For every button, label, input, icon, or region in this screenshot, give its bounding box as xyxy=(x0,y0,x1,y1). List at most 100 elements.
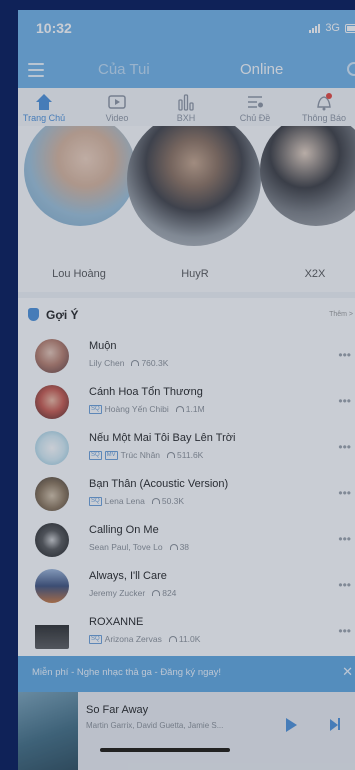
song-thumbnail xyxy=(35,523,69,557)
now-playing-title: So Far Away xyxy=(86,704,149,716)
network-label: 3G xyxy=(325,22,340,34)
status-bar: 10:32 3G xyxy=(18,10,355,46)
home-indicator xyxy=(100,748,230,752)
playlist-icon xyxy=(224,92,286,112)
song-meta: SQ MV Trúc Nhân 511.6K xyxy=(89,450,203,460)
close-icon[interactable]: ✕ xyxy=(342,664,353,680)
song-meta: SQ Hoàng Yến Chibi 1.1M xyxy=(89,404,205,414)
song-meta: SQ Arizona Zervas 11.0K xyxy=(89,634,200,644)
headphone-icon xyxy=(131,360,140,366)
song-row[interactable]: Bạn Thân (Acoustic Version) SQ Lena Lena 50… xyxy=(18,474,355,516)
song-title: Bạn Thân (Acoustic Version) xyxy=(89,478,229,490)
quality-badge: SQ xyxy=(89,450,102,460)
song-title: ROXANNE xyxy=(89,616,144,628)
artist-avatar[interactable] xyxy=(260,126,355,226)
more-link[interactable]: Thêm > xyxy=(329,311,353,318)
promo-text: Miễn phí - Nghe nhạc thả ga - Đăng ký ng… xyxy=(32,667,222,678)
home-icon xyxy=(18,92,75,112)
song-title: Cánh Hoa Tổn Thương xyxy=(89,386,203,398)
more-options-icon[interactable]: ••• xyxy=(338,348,351,362)
song-thumbnail xyxy=(35,615,69,649)
song-title: Always, I'll Care xyxy=(89,570,167,582)
bell-icon xyxy=(293,92,355,112)
play-count-value: 11.0K xyxy=(178,634,201,644)
song-title: Calling On Me xyxy=(89,524,159,536)
mini-player[interactable]: So Far Away Martin Garrix, David Guetta,… xyxy=(18,692,355,770)
play-icon[interactable] xyxy=(286,718,297,732)
quality-badge: SQ xyxy=(89,496,102,506)
video-icon xyxy=(86,92,148,112)
song-meta: SQ Lena Lena 50.3K xyxy=(89,496,184,506)
song-meta: Sean Paul, Tove Lo 38 xyxy=(89,542,189,552)
category-chart[interactable]: BXH xyxy=(155,88,217,123)
play-count-value: 824 xyxy=(162,588,177,598)
song-artist: Jeremy Zucker xyxy=(89,588,146,598)
song-row[interactable]: Calling On Me Sean Paul, Tove Lo 38 ••• xyxy=(18,520,355,562)
more-options-icon[interactable]: ••• xyxy=(338,440,351,454)
play-count: 511.6K xyxy=(167,450,203,460)
song-thumbnail xyxy=(35,431,69,465)
category-label: Video xyxy=(105,113,129,123)
artist-carousel: Lou Hoàng HuyR X2X xyxy=(18,126,355,292)
song-row[interactable]: Muộn Lily Chen 760.3K ••• xyxy=(18,336,355,378)
quality-badge: SQ xyxy=(89,634,102,644)
artist-name[interactable]: X2X xyxy=(270,268,355,280)
section-title: Gợi Ý xyxy=(46,308,79,322)
song-row[interactable]: ROXANNE SQ Arizona Zervas 11.0K ••• xyxy=(18,612,355,654)
music-note-icon xyxy=(28,308,39,321)
more-options-icon[interactable]: ••• xyxy=(338,394,351,408)
play-count: 11.0K xyxy=(168,634,201,644)
artist-avatar[interactable] xyxy=(24,126,136,226)
play-count-value: 1.1M xyxy=(185,404,205,414)
song-thumbnail xyxy=(35,339,69,373)
category-label: Thông Báo xyxy=(301,113,347,123)
tab-mine[interactable]: Của Tui xyxy=(98,61,150,78)
play-count-value: 760.3K xyxy=(141,358,169,368)
search-icon[interactable] xyxy=(347,62,355,76)
play-count: 824 xyxy=(152,588,176,598)
quality-badge: MV xyxy=(104,450,118,460)
menu-icon[interactable] xyxy=(28,63,44,77)
category-home[interactable]: Trang Chủ xyxy=(18,88,75,123)
song-artist: Hoàng Yến Chibi xyxy=(104,404,169,414)
signal-icon xyxy=(309,23,321,33)
promo-banner[interactable]: Miễn phí - Nghe nhạc thả ga - Đăng ký ng… xyxy=(18,656,355,692)
song-artist: Arizona Zervas xyxy=(104,634,162,644)
category-video[interactable]: Video xyxy=(86,88,148,123)
play-count-value: 38 xyxy=(179,542,190,552)
play-count-value: 50.3K xyxy=(161,496,185,506)
headphone-icon xyxy=(175,406,184,412)
artist-name[interactable]: HuyR xyxy=(150,268,240,280)
headphone-icon xyxy=(167,452,176,458)
more-options-icon[interactable]: ••• xyxy=(338,532,351,546)
headphone-icon xyxy=(169,544,178,550)
category-notification[interactable]: Thông Báo xyxy=(293,88,355,123)
app-screen: 10:32 3G Của Tui Online Trang Chủ Video xyxy=(18,10,355,770)
more-options-icon[interactable]: ••• xyxy=(338,624,351,638)
play-count: 760.3K xyxy=(131,358,168,368)
more-options-icon[interactable]: ••• xyxy=(338,578,351,592)
now-playing-artwork xyxy=(18,692,78,770)
headphone-icon xyxy=(151,498,160,504)
category-label: Trang Chủ xyxy=(22,113,66,123)
artist-avatar[interactable] xyxy=(127,126,261,246)
category-topic[interactable]: Chủ Đề xyxy=(224,88,286,123)
category-label: Chủ Đề xyxy=(239,113,271,123)
play-count: 50.3K xyxy=(151,496,185,506)
artist-name[interactable]: Lou Hoàng xyxy=(34,268,124,280)
next-icon[interactable] xyxy=(330,718,340,736)
play-count: 1.1M xyxy=(175,404,205,414)
song-row[interactable]: Always, I'll Care Jeremy Zucker 824 ••• xyxy=(18,566,355,608)
status-time: 10:32 xyxy=(36,20,72,36)
suggestion-section: Gợi Ý Thêm > Muộn Lily Chen 760.3K ••• Cánh … xyxy=(18,298,355,668)
tab-online[interactable]: Online xyxy=(240,61,283,78)
chart-icon xyxy=(155,92,217,112)
song-row[interactable]: Cánh Hoa Tổn Thương SQ Hoàng Yến Chibi 1.1M… xyxy=(18,382,355,424)
more-options-icon[interactable]: ••• xyxy=(338,486,351,500)
song-row[interactable]: Nếu Một Mai Tôi Bay Lên Trời SQ MV Trúc Nhâ… xyxy=(18,428,355,470)
now-playing-artist: Martin Garrix, David Guetta, Jamie S... xyxy=(86,721,224,730)
song-title: Nếu Một Mai Tôi Bay Lên Trời xyxy=(89,432,236,444)
category-label: BXH xyxy=(176,113,196,123)
top-nav: Của Tui Online xyxy=(18,56,355,86)
song-thumbnail xyxy=(35,477,69,511)
